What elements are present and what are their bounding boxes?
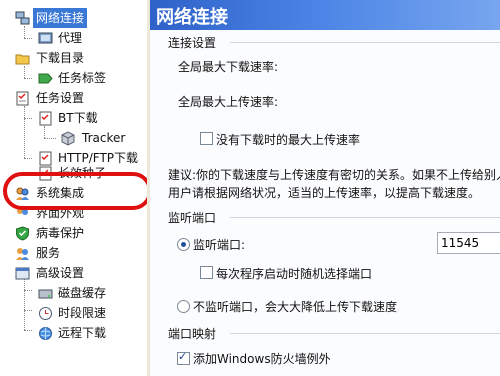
sidebar-item-tracker[interactable]: Tracker xyxy=(0,128,147,148)
sidebar-item-label: 任务设置 xyxy=(36,91,85,105)
remote-icon xyxy=(38,326,53,341)
sidebar-item-label: 时段限速 xyxy=(58,306,107,320)
mapping-divider xyxy=(230,333,500,334)
bt-icon xyxy=(38,111,53,126)
sidebar-item-download-dir[interactable]: 下载目录 xyxy=(0,48,147,68)
sidebar-item-network[interactable]: 网络连接 xyxy=(0,8,147,28)
firewall-checkbox[interactable] xyxy=(177,350,190,365)
sidebar-item-label: 远程下载 xyxy=(58,326,107,340)
advanced-icon xyxy=(15,266,30,281)
tracker-icon xyxy=(60,131,75,146)
settings-panel: 网络连接 连接设置 全局最大下载速率: 全局最大上传速率: 没有下载时的最大上传… xyxy=(150,0,500,376)
sidebar-item-virus[interactable]: 病毒保护 xyxy=(0,223,147,243)
disk-icon xyxy=(38,286,53,301)
panel-header: 网络连接 xyxy=(150,0,500,30)
sidebar-item-label: 病毒保护 xyxy=(36,226,85,240)
sidebar-item-label: 服务 xyxy=(36,246,61,260)
sidebar-item-disk-cache[interactable]: 磁盘缓存 xyxy=(0,283,147,303)
sidebar-item-remote[interactable]: 远程下载 xyxy=(0,323,147,343)
no-listen-radio[interactable] xyxy=(177,300,190,313)
sidebar-item-label: 磁盘缓存 xyxy=(58,286,107,300)
sidebar-item-label: 代理 xyxy=(58,31,83,45)
random-port-label: 每次程序启动时随机选择端口 xyxy=(216,267,373,281)
task-icon xyxy=(15,91,30,106)
highlight-ring xyxy=(3,172,152,210)
max-download-label: 全局最大下载速率: xyxy=(178,60,279,74)
listen-port-radio[interactable] xyxy=(177,238,190,251)
sidebar-item-time-limit[interactable]: 时段限速 xyxy=(0,303,147,323)
clock-icon xyxy=(38,306,53,321)
sidebar-item-label: 下载目录 xyxy=(36,51,85,65)
max-upload-label: 全局最大上传速率: xyxy=(178,95,279,109)
sidebar-item-bt[interactable]: BT下载 xyxy=(0,108,147,128)
proxy-icon xyxy=(38,31,53,46)
sidebar-item-proxy[interactable]: 代理 xyxy=(0,28,147,48)
connection-divider xyxy=(230,42,500,43)
firewall-label: 添加Windows防火墙例外 xyxy=(193,352,331,366)
no-listen-label: 不监听端口，会大大降低上传下载速度 xyxy=(193,300,398,314)
sidebar-item-services[interactable]: 服务 xyxy=(0,243,147,263)
folder-icon xyxy=(15,51,30,66)
random-port-checkbox[interactable] xyxy=(200,266,213,279)
tag-icon xyxy=(38,71,53,86)
no-task-upload-checkbox[interactable] xyxy=(200,132,213,145)
service-icon xyxy=(15,246,30,261)
shield-icon xyxy=(15,226,30,241)
port-input[interactable] xyxy=(437,232,500,254)
listen-divider xyxy=(230,217,500,218)
network-icon xyxy=(15,11,30,26)
sidebar-item-task-settings[interactable]: 任务设置 xyxy=(0,88,147,108)
sidebar-item-label: 任务标签 xyxy=(58,71,107,85)
sidebar-item-label: Tracker xyxy=(82,131,126,145)
mapping-group-label: 端口映射 xyxy=(168,327,217,341)
sidebar-item-advanced[interactable]: 高级设置 xyxy=(0,263,147,283)
connection-group-label: 连接设置 xyxy=(168,36,217,50)
settings-tree: 网络连接 代理 下载目录 任务标签 任务设置 BT下载 Tracker HTTP… xyxy=(0,0,152,376)
page-title: 网络连接 xyxy=(156,7,228,28)
advice-text-line2: 用户请根据网络状况，适当的上传速率，以提高下载速度。 xyxy=(168,186,481,200)
sidebar-item-task-tag[interactable]: 任务标签 xyxy=(0,68,147,88)
sidebar-item-label: 高级设置 xyxy=(36,266,85,280)
sidebar-item-label: 网络连接 xyxy=(33,8,88,28)
advice-text: 建议:你的下载速度与上传速度有密切的关系。如果不上传给别人 xyxy=(168,168,500,182)
no-task-upload-label: 没有下载时的最大上传速率 xyxy=(216,133,361,147)
listen-group-label: 监听端口 xyxy=(168,211,217,225)
sidebar-item-label: BT下载 xyxy=(58,111,98,125)
listen-port-label: 监听端口: xyxy=(193,238,246,252)
